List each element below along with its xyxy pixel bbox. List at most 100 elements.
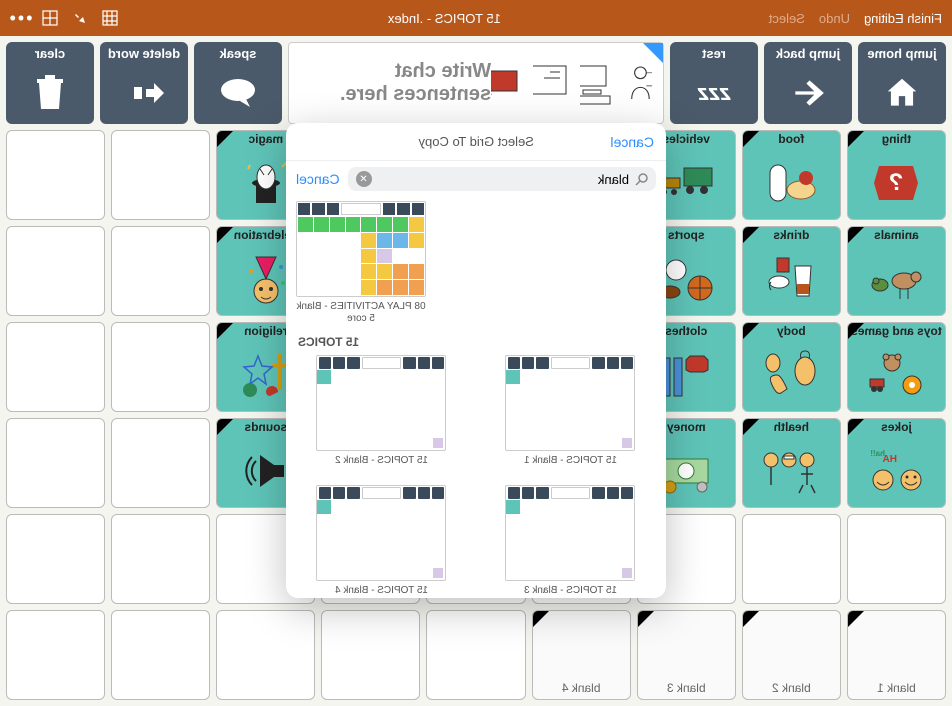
modal-body: 08 PLAY ACTIVITIES - Blank5 core 15 TOPI… [286, 197, 666, 598]
result-topics-blank-1[interactable]: 15 TOPICS - Blank 1 [485, 355, 656, 467]
cell-empty[interactable] [742, 514, 841, 604]
grid-icon[interactable] [100, 8, 120, 28]
cell-label: blank 2 [770, 680, 813, 695]
cell-label: thing [880, 131, 913, 146]
cell-animals[interactable]: animals [847, 226, 946, 316]
result-topics-blank-4[interactable]: 15 TOPICS - Blank 4 [296, 485, 467, 597]
cell-empty[interactable] [6, 130, 105, 220]
chat-box[interactable]: Write chat sentences here. [288, 42, 664, 124]
cell-thing[interactable]: thing? [847, 130, 946, 220]
cell-empty[interactable] [111, 514, 210, 604]
home-icon [883, 61, 921, 124]
question-icon: ? [848, 146, 945, 219]
cell-empty[interactable] [6, 418, 105, 508]
cell-label: money [665, 419, 708, 434]
thumb-caption: 15 TOPICS - Blank 2 [335, 455, 428, 467]
cell-empty[interactable] [111, 130, 210, 220]
search-input[interactable] [378, 172, 629, 187]
modal-title: Select Grid To Copy [342, 134, 610, 149]
speak-button[interactable]: speak [194, 42, 282, 124]
animals-icon [848, 242, 945, 315]
result-topics-blank-3[interactable]: 15 TOPICS - Blank 3 [485, 485, 656, 597]
cell-label: drinks [771, 227, 811, 242]
drinks-icon [743, 242, 840, 315]
cell-label: magic [246, 131, 285, 146]
jump-back-button[interactable]: jump back [764, 42, 852, 124]
finish-editing-link[interactable]: Finish Editing [864, 11, 942, 26]
thumb-caption: 15 TOPICS - Blank 3 [524, 585, 617, 597]
arrow-left-icon [789, 61, 827, 124]
modal-header: Cancel Select Grid To Copy [286, 123, 666, 161]
copy-grid-modal: Cancel Select Grid To Copy ✕ Cancel [286, 123, 666, 598]
chat-placeholder: Write chat sentences here. [307, 60, 491, 106]
rest-button[interactable]: rest zzz [670, 42, 758, 124]
trash-icon [35, 61, 65, 124]
topbar-right: ••• [10, 8, 120, 28]
cell-health[interactable]: health [742, 418, 841, 508]
toys-icon [848, 338, 945, 411]
cell-label: vehicles [661, 131, 712, 146]
clear-label: clear [35, 46, 65, 61]
edit-corner-icon [643, 43, 663, 63]
cell-blank-3[interactable]: blank 3 [637, 610, 736, 700]
cell-blank-4[interactable]: blank 4 [532, 610, 631, 700]
result-play-activities[interactable]: 08 PLAY ACTIVITIES - Blank5 core [296, 201, 426, 325]
cell-body[interactable]: body [742, 322, 841, 412]
cell-empty[interactable] [426, 610, 525, 700]
cell-label: sports [666, 227, 707, 242]
cell-label: animals [872, 227, 921, 242]
jump-back-label: jump back [776, 46, 840, 61]
jump-home-button[interactable]: jump home [858, 42, 946, 124]
svg-text:ha!!: ha!! [871, 449, 886, 458]
cell-label: toys and games [849, 323, 944, 338]
thumb-caption: 15 TOPICS - Blank 4 [335, 585, 428, 597]
cell-empty[interactable] [6, 514, 105, 604]
cell-food[interactable]: food [742, 130, 841, 220]
cell-jokes[interactable]: jokesHAha!! [847, 418, 946, 508]
cell-label: religion [242, 323, 289, 338]
cell-empty[interactable] [111, 322, 210, 412]
cell-label: blank 4 [560, 680, 603, 695]
result-topics-blank-2[interactable]: 15 TOPICS - Blank 2 [296, 355, 467, 467]
cell-empty[interactable] [111, 418, 210, 508]
search-field[interactable]: ✕ [348, 167, 656, 191]
cell-empty[interactable] [111, 226, 210, 316]
cell-label: blank 1 [875, 680, 918, 695]
speech-bubble-icon [218, 61, 258, 124]
paint-icon[interactable] [70, 8, 90, 28]
cell-empty[interactable] [216, 610, 315, 700]
cell-blank-2[interactable]: blank 2 [742, 610, 841, 700]
cell-empty[interactable] [6, 610, 105, 700]
search-cancel-button[interactable]: Cancel [296, 171, 340, 187]
thumb-caption: 08 PLAY ACTIVITIES - Blank5 core [296, 301, 425, 325]
cell-empty[interactable] [6, 322, 105, 412]
cell-empty[interactable] [321, 610, 420, 700]
tablet-icon [491, 61, 523, 105]
cell-empty[interactable] [111, 610, 210, 700]
search-icon [635, 173, 648, 186]
grid2-icon[interactable] [40, 8, 60, 28]
delete-word-button[interactable]: delete word [100, 42, 188, 124]
undo-link[interactable]: Undo [819, 11, 850, 26]
thumb-caption: 15 TOPICS - Blank 1 [524, 455, 617, 467]
select-link[interactable]: Select [769, 11, 805, 26]
cell-empty[interactable] [847, 514, 946, 604]
cell-label: health [772, 419, 811, 434]
clear-button[interactable]: clear [6, 42, 94, 124]
cell-drinks[interactable]: drinks [742, 226, 841, 316]
clear-search-icon[interactable]: ✕ [356, 171, 372, 187]
toolbar: jump home jump back rest zzz Write chat … [0, 36, 952, 130]
thumb-preview [296, 201, 426, 297]
cell-toys-and-games[interactable]: toys and games [847, 322, 946, 412]
zzz-icon: zzz [698, 61, 731, 124]
more-icon[interactable]: ••• [10, 8, 30, 28]
modal-search-row: ✕ Cancel [286, 161, 666, 197]
topbar: Finish Editing Undo Select 15 TOPICS - .… [0, 0, 952, 36]
person-icon [626, 57, 655, 109]
cell-empty[interactable] [6, 226, 105, 316]
jump-home-label: jump home [867, 46, 936, 61]
cell-blank-1[interactable]: blank 1 [847, 610, 946, 700]
cell-label: body [775, 323, 808, 338]
modal-cancel-button[interactable]: Cancel [610, 134, 654, 150]
body-icon [743, 338, 840, 411]
